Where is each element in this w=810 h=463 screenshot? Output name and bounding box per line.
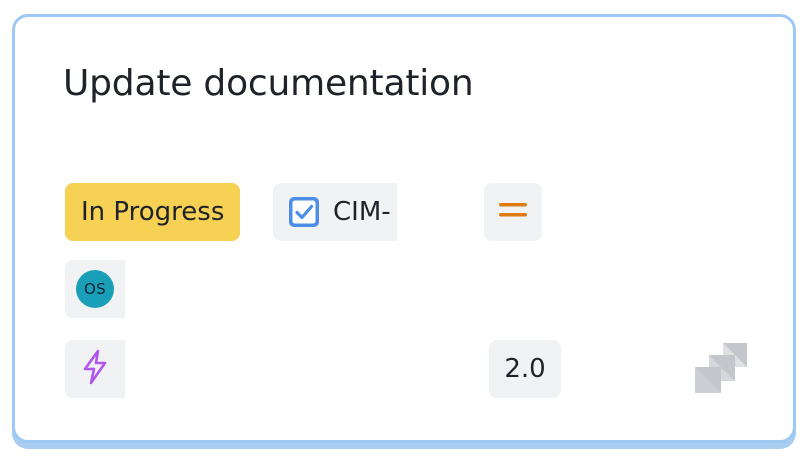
- checkbox-icon: [287, 195, 321, 229]
- priority-medium-icon: [498, 200, 528, 224]
- work-type-chip[interactable]: [65, 340, 125, 398]
- lightning-icon: [80, 349, 110, 389]
- issue-key: CIM-: [333, 197, 391, 227]
- assignee-chip[interactable]: OS: [65, 260, 125, 318]
- jira-logo-icon: [687, 339, 749, 401]
- avatar-initials: OS: [84, 280, 106, 298]
- avatar: OS: [76, 270, 114, 308]
- status-badge[interactable]: In Progress: [65, 183, 241, 241]
- issue-title: Update documentation: [63, 63, 474, 104]
- issue-card[interactable]: Update documentation In Progress CIM- OS: [12, 14, 796, 443]
- issue-key-chip[interactable]: CIM-: [273, 183, 397, 241]
- priority-chip[interactable]: [484, 183, 542, 241]
- estimate-chip[interactable]: 2.0: [489, 340, 561, 398]
